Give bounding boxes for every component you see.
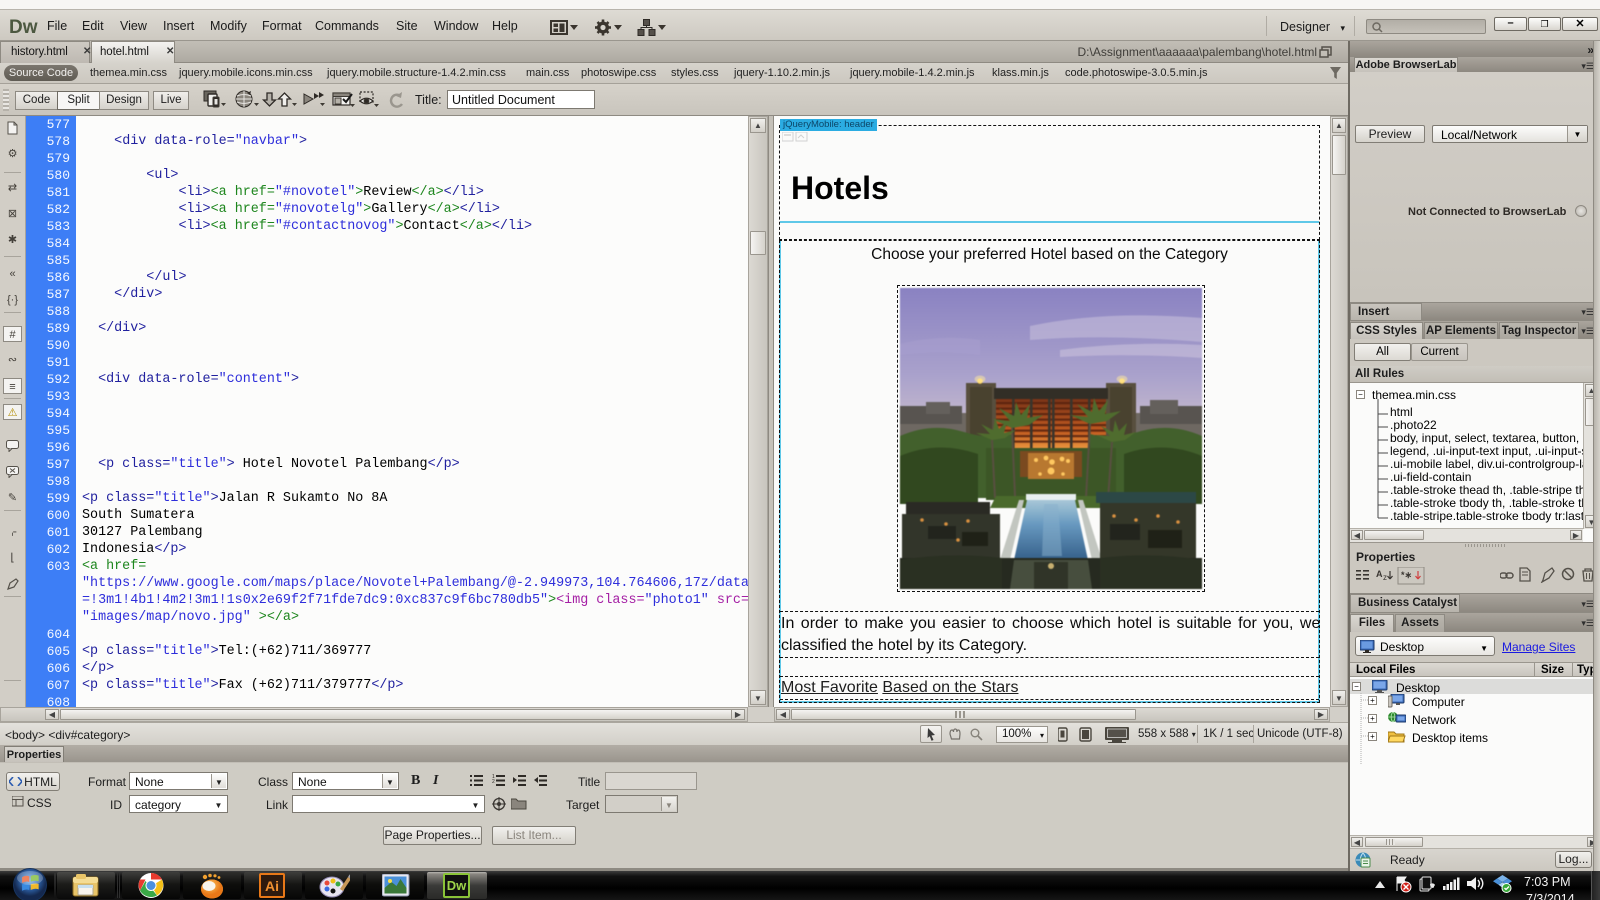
svg-text:*∗: *∗ [1401, 570, 1412, 580]
svg-text:2: 2 [492, 779, 495, 785]
svg-text:A: A [1376, 569, 1383, 579]
svg-text:z: z [1383, 573, 1387, 582]
